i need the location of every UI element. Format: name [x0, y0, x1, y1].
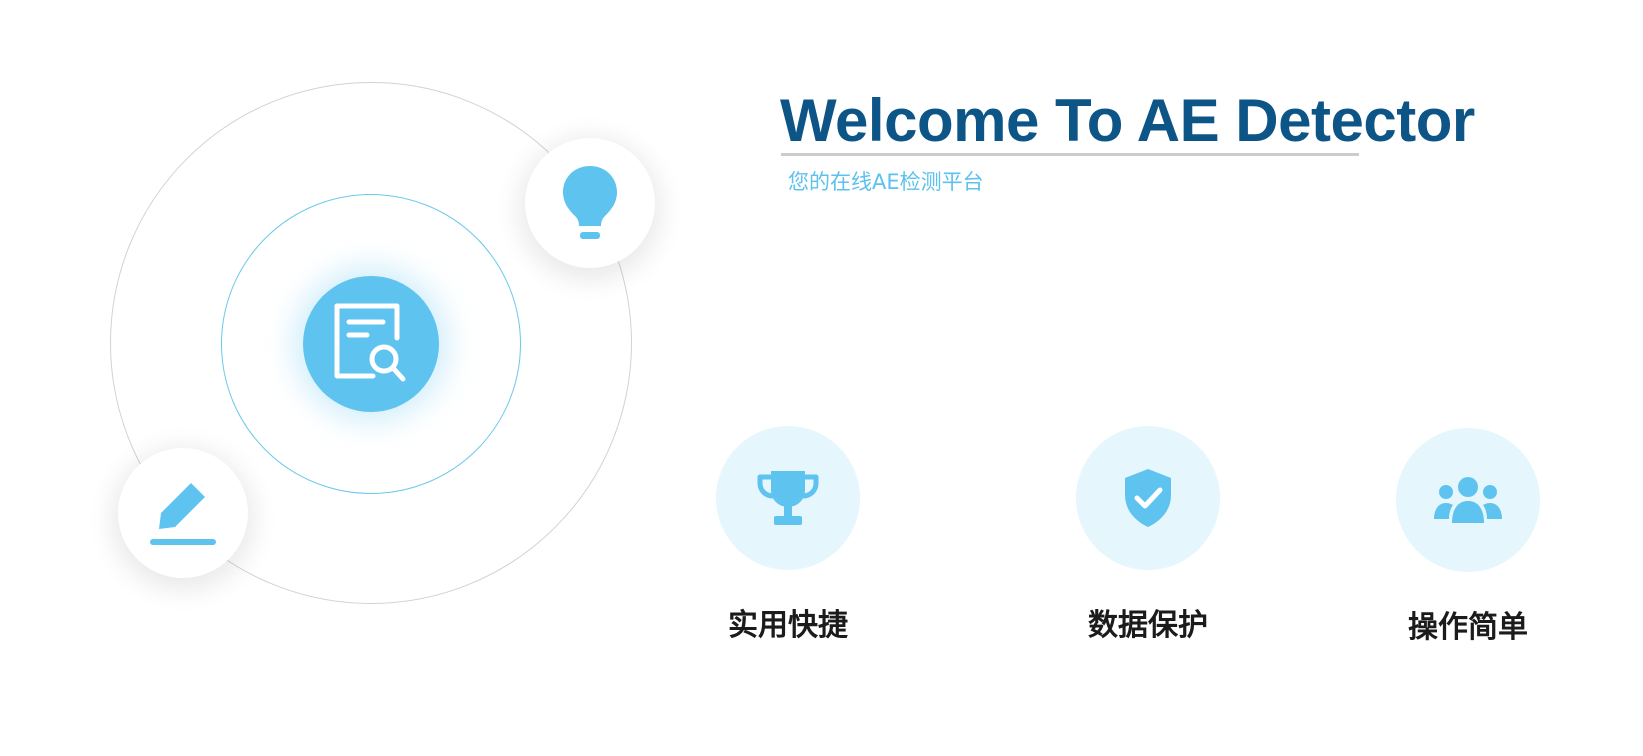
feature-data-protection: 数据保护 [1068, 426, 1228, 646]
feature-label: 数据保护 [1088, 608, 1208, 643]
feature-practical: 实用快捷 [708, 426, 868, 646]
feature-label: 实用快捷 [728, 608, 848, 643]
feature-easy-operation: 操作简单 [1388, 428, 1548, 648]
pencil-badge [118, 448, 248, 578]
page-subtitle: 您的在线AE检测平台 [788, 170, 984, 194]
lightbulb-icon [563, 166, 617, 239]
feature-label: 操作简单 [1408, 610, 1528, 645]
trophy-icon [716, 426, 860, 570]
pencil-icon [150, 483, 216, 545]
users-icon [1396, 428, 1540, 572]
page-title: Welcome To AE Detector [780, 87, 1475, 154]
lightbulb-badge [525, 138, 655, 268]
title-underline [781, 153, 1359, 156]
document-search-icon [303, 276, 439, 412]
shield-check-icon [1076, 426, 1220, 570]
